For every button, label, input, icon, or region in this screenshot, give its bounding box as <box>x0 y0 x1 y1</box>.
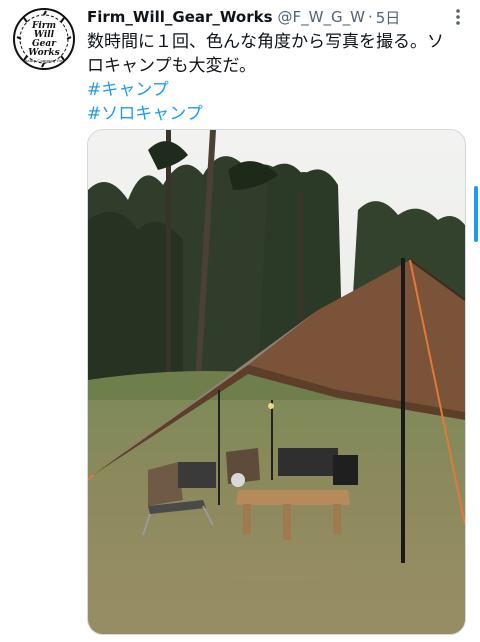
author-display-name[interactable]: Firm_Will_Gear_Works <box>87 8 273 26</box>
tweet-text-line: ロキャンプも大変だ。 <box>87 56 256 76</box>
hashtag-link[interactable]: #キャンプ <box>87 78 467 102</box>
avatar[interactable]: Firm Will Gear Works Quality Camping Gea… <box>13 8 75 70</box>
author-handle[interactable]: @F_W_G_W <box>278 8 365 26</box>
tweet-text: 数時間に１回、色んな角度から写真を撮る。ソ ロキャンプも大変だ。 #キャンプ #… <box>87 30 467 126</box>
hashtag-link[interactable]: #ソロキャンプ <box>87 102 467 126</box>
time-separator: · <box>367 8 373 26</box>
scrollbar[interactable] <box>474 186 478 242</box>
tweet-photo[interactable] <box>87 129 466 635</box>
tweet-text-line: 数時間に１回、色んな角度から写真を撮る。ソ <box>87 32 444 52</box>
camp-scene-image <box>88 130 465 634</box>
more-vertical-icon[interactable] <box>450 7 466 27</box>
tweet-header: Firm_Will_Gear_Works @F_W_G_W · 5日 <box>87 6 464 28</box>
tweet-timestamp[interactable]: 5日 <box>376 7 401 28</box>
avatar-logo-small: Quality Camping Gear <box>21 58 67 63</box>
avatar-logo-line: Works <box>28 48 60 58</box>
tweet[interactable]: Firm Will Gear Works Quality Camping Gea… <box>0 0 480 642</box>
